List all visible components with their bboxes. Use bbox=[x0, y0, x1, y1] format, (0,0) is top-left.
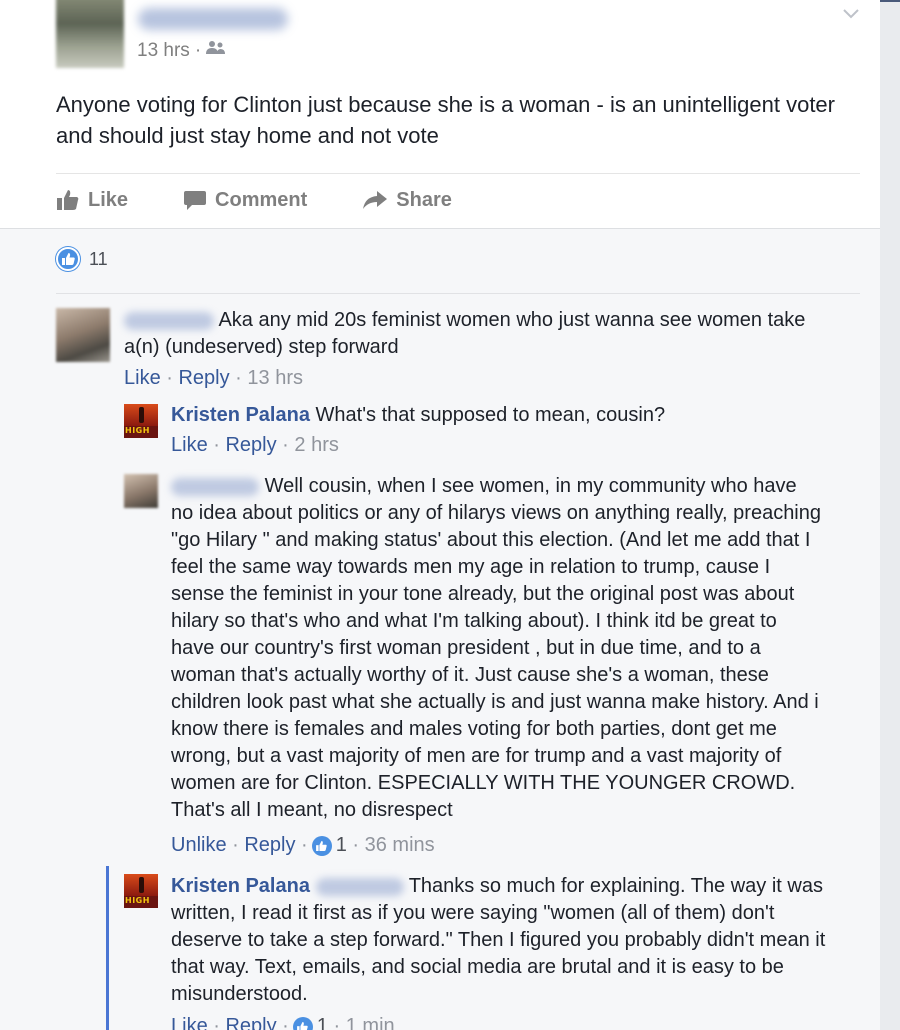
share-button[interactable]: Share bbox=[362, 189, 452, 212]
share-label: Share bbox=[396, 188, 452, 211]
author-avatar[interactable] bbox=[56, 0, 124, 68]
unlike-link[interactable]: Unlike bbox=[171, 834, 227, 857]
comment-time[interactable]: 1 min bbox=[346, 1015, 395, 1030]
like-link[interactable]: Like bbox=[171, 1015, 208, 1030]
comment-bubble-icon bbox=[184, 191, 207, 210]
like-reaction-icon bbox=[56, 247, 80, 271]
post-card: 13 hrs · Anyone voting for Clinton just … bbox=[0, 0, 900, 1030]
reply-link[interactable]: Reply bbox=[225, 1015, 276, 1030]
comment-like-count[interactable]: 1 bbox=[317, 1015, 328, 1030]
author-name-redacted[interactable] bbox=[138, 8, 288, 30]
reply-link[interactable]: Reply bbox=[244, 834, 295, 857]
avatar-label: HIGH bbox=[125, 426, 150, 435]
commenter-avatar[interactable] bbox=[124, 474, 158, 508]
post-time[interactable]: 13 hrs bbox=[137, 40, 190, 62]
comment-meta: Like · Reply · 13 hrs bbox=[124, 367, 303, 390]
kristen-avatar[interactable]: HIGH bbox=[124, 874, 158, 908]
reply-thread-indicator bbox=[106, 866, 109, 1030]
commenter-avatar[interactable] bbox=[56, 308, 110, 362]
commenter-name-redacted[interactable] bbox=[171, 477, 259, 496]
avatar-figure bbox=[139, 407, 144, 423]
thumbs-up-icon bbox=[57, 190, 79, 210]
comment-body: Well cousin, when I see women, in my com… bbox=[171, 475, 821, 821]
tagged-name-redacted[interactable] bbox=[315, 877, 404, 896]
meta-separator: · bbox=[194, 40, 202, 61]
comment-like-count[interactable]: 1 bbox=[336, 834, 347, 857]
comment-button[interactable]: Comment bbox=[183, 189, 307, 212]
reaction-count: 11 bbox=[89, 248, 108, 269]
like-label: Like bbox=[88, 188, 129, 211]
comment-meta: Like · Reply · 2 hrs bbox=[171, 434, 339, 457]
share-arrow-icon bbox=[363, 191, 388, 209]
avatar-label: HIGH bbox=[125, 896, 150, 905]
like-link[interactable]: Like bbox=[124, 367, 161, 390]
comment-time[interactable]: 36 mins bbox=[365, 834, 435, 857]
divider bbox=[56, 173, 860, 174]
comment-text: Kristen Palana What's that supposed to m… bbox=[171, 402, 851, 429]
reply-link[interactable]: Reply bbox=[178, 367, 229, 390]
chevron-down-icon[interactable] bbox=[842, 8, 860, 20]
divider bbox=[56, 293, 860, 294]
comment-time[interactable]: 13 hrs bbox=[247, 367, 303, 390]
comment-text: Kristen Palana Thanks so much for explai… bbox=[171, 873, 831, 1008]
friends-audience-icon bbox=[206, 40, 226, 62]
post-meta: 13 hrs · bbox=[137, 40, 226, 62]
comment-meta: Unlike · Reply · 1 · 36 mins bbox=[171, 834, 435, 857]
reactions-summary[interactable]: 11 bbox=[56, 247, 108, 271]
post-text: Anyone voting for Clinton just because s… bbox=[56, 92, 835, 148]
post-body: 13 hrs · Anyone voting for Clinton just … bbox=[0, 0, 880, 228]
commenter-name[interactable]: Kristen Palana bbox=[171, 875, 310, 897]
post-actions: Like Comment Share bbox=[56, 185, 507, 215]
like-link[interactable]: Like bbox=[171, 434, 208, 457]
comment-time[interactable]: 2 hrs bbox=[294, 434, 338, 457]
comment-text: Well cousin, when I see women, in my com… bbox=[171, 473, 821, 824]
comment-text: Aka any mid 20s feminist women who just … bbox=[124, 307, 844, 361]
comment-label: Comment bbox=[215, 188, 308, 211]
commenter-name[interactable]: Kristen Palana bbox=[171, 404, 310, 426]
kristen-avatar[interactable]: HIGH bbox=[124, 404, 158, 438]
reply-link[interactable]: Reply bbox=[225, 434, 276, 457]
like-reaction-icon bbox=[311, 835, 332, 856]
commenter-name-redacted[interactable] bbox=[124, 311, 214, 330]
comment-meta: Like · Reply · 1 · 1 min bbox=[171, 1015, 395, 1030]
like-reaction-icon bbox=[292, 1016, 313, 1030]
like-button[interactable]: Like bbox=[56, 189, 128, 212]
comment-body: What's that supposed to mean, cousin? bbox=[315, 404, 666, 426]
comment-body: Aka any mid 20s feminist women who just … bbox=[124, 309, 806, 358]
avatar-figure bbox=[139, 877, 144, 893]
